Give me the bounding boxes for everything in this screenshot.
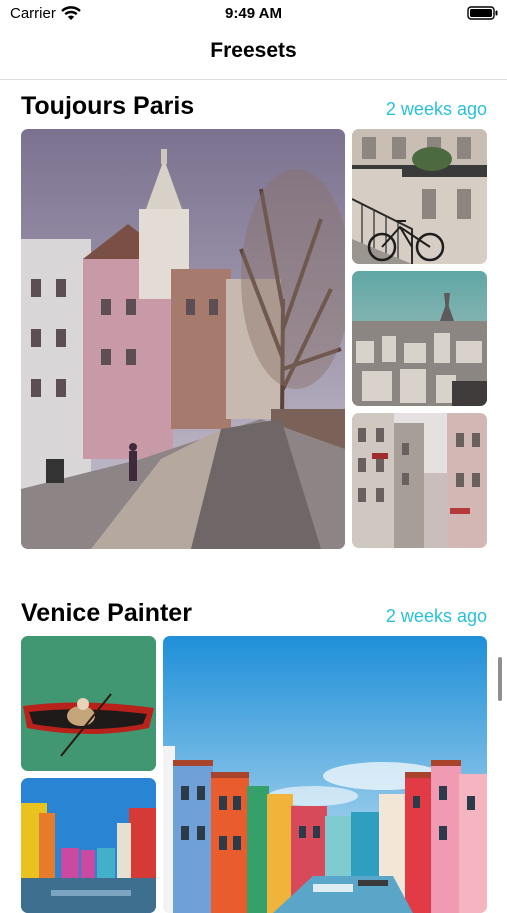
scroll-indicator[interactable] [498, 657, 502, 701]
paris-eiffel-skyline-photo[interactable] [352, 271, 487, 406]
gondola-green-water-photo[interactable] [21, 636, 156, 771]
section-title-venice-painter[interactable]: Venice Painter [21, 599, 192, 628]
paris-narrow-street-photo[interactable] [352, 413, 487, 548]
status-time: 9:49 AM [225, 5, 282, 22]
burano-canal-photo[interactable] [21, 778, 156, 913]
montmartre-street-photo[interactable] [21, 129, 345, 549]
battery-icon [467, 6, 498, 20]
paris-balcony-bicycles-photo[interactable] [352, 129, 487, 264]
status-bar: Carrier 9:49 AM [0, 0, 507, 28]
burano-colorful-houses-photo[interactable] [163, 636, 487, 913]
section-title-toujours-paris[interactable]: Toujours Paris [21, 92, 194, 121]
section-time-toujours-paris: 2 weeks ago [385, 99, 487, 119]
section-time-venice-painter: 2 weeks ago [385, 606, 487, 626]
page-title: Freesets [210, 39, 297, 62]
navigation-bar: Freesets [0, 28, 507, 80]
